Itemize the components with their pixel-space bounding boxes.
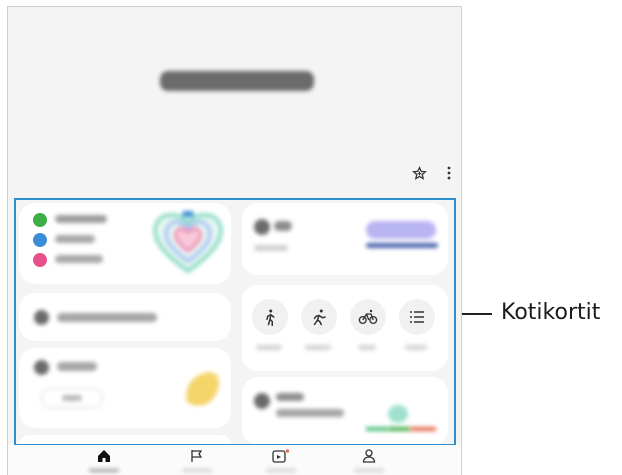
bottom-navigation [8,445,461,475]
profile-icon [362,449,376,463]
home-icon [98,450,110,462]
nav-fitness[interactable] [263,449,299,475]
together-icon [272,449,290,463]
nav-profile[interactable] [351,449,387,475]
nav-home[interactable] [86,449,122,475]
nav-together[interactable] [179,449,215,475]
home-cards-highlight [14,198,456,446]
callout-line [462,313,492,315]
app-screen [7,6,462,475]
flag-icon [191,450,203,462]
header-actions [411,165,457,181]
page-title [160,71,314,91]
more-options-icon[interactable] [441,165,457,181]
callout-label: Kotikortit [501,300,601,325]
add-favorite-icon[interactable] [411,165,427,181]
